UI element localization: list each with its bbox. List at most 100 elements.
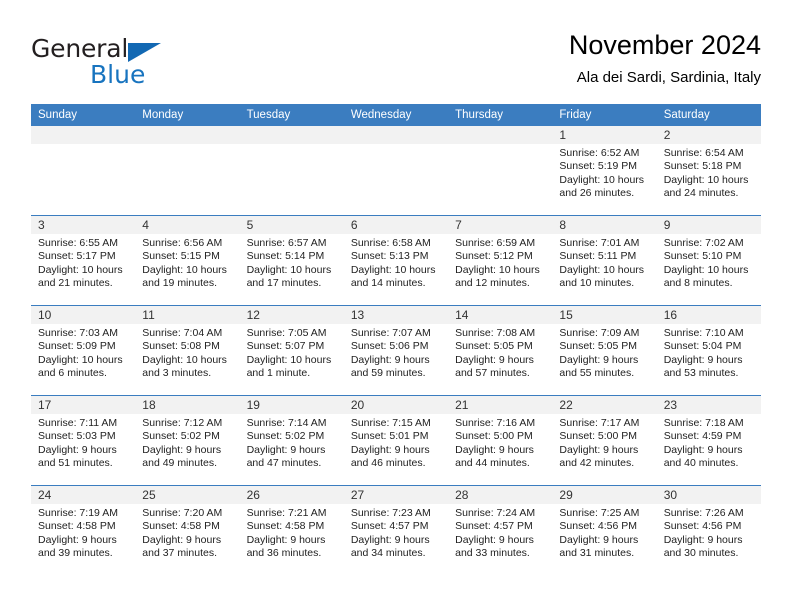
sunrise-text: Sunrise: 7:15 AM bbox=[350, 417, 431, 429]
calendar-day-cell[interactable]: 18 Sunrise: 7:12 AM Sunset: 5:02 PM Dayligh… bbox=[135, 396, 240, 485]
calendar-day-cell[interactable]: 27 Sunrise: 7:23 AM Sunset: 4:57 PM Dayligh… bbox=[343, 486, 449, 575]
daylight-text: Daylight: 9 hours and 49 minutes. bbox=[142, 443, 222, 470]
calendar-day-cell[interactable]: 17 Sunrise: 7:11 AM Sunset: 5:03 PM Dayligh… bbox=[31, 396, 136, 485]
daylight-text: Daylight: 9 hours and 47 minutes. bbox=[246, 443, 326, 470]
sunrise-text: Sunrise: 6:57 AM bbox=[246, 237, 327, 249]
daylight-text: Daylight: 10 hours and 6 minutes. bbox=[38, 353, 123, 380]
brand-logo[interactable]: General Blue bbox=[31, 34, 251, 92]
weekday-header-saturday: Saturday bbox=[663, 109, 710, 121]
sunset-text: Sunset: 4:57 PM bbox=[455, 520, 533, 533]
sunrise-text: Sunrise: 7:10 AM bbox=[663, 327, 744, 339]
calendar-day-cell-empty bbox=[239, 126, 344, 215]
day-number: 19 bbox=[239, 396, 344, 414]
sunrise-text: Sunrise: 7:21 AM bbox=[246, 507, 327, 519]
sunrise-text: Sunrise: 7:26 AM bbox=[663, 507, 744, 519]
daylight-text: Daylight: 9 hours and 55 minutes. bbox=[559, 353, 639, 380]
sunrise-text: Sunrise: 7:09 AM bbox=[559, 327, 640, 339]
day-info: Sunrise: 6:54 AM Sunset: 5:18 PM Daylight:… bbox=[657, 144, 761, 201]
daylight-text: Daylight: 9 hours and 37 minutes. bbox=[142, 533, 222, 560]
day-info: Sunrise: 7:02 AM Sunset: 5:10 PM Daylight:… bbox=[657, 234, 761, 291]
calendar-day-cell[interactable]: 6 Sunrise: 6:58 AM Sunset: 5:13 PM Daylight… bbox=[343, 216, 449, 305]
sunset-text: Sunset: 5:19 PM bbox=[559, 160, 638, 173]
calendar-day-cell[interactable]: 23 Sunrise: 7:18 AM Sunset: 4:59 PM Dayligh… bbox=[656, 396, 761, 485]
day-number: 13 bbox=[343, 306, 449, 324]
daylight-text: Daylight: 9 hours and 57 minutes. bbox=[455, 353, 534, 380]
sunrise-text: Sunrise: 7:03 AM bbox=[38, 327, 118, 339]
daylight-text: Daylight: 9 hours and 33 minutes. bbox=[455, 533, 534, 560]
sunset-text: Sunset: 5:04 PM bbox=[663, 340, 742, 353]
daylight-text: Daylight: 9 hours and 42 minutes. bbox=[559, 443, 639, 470]
sunset-text: Sunset: 5:12 PM bbox=[455, 250, 533, 263]
calendar-week-row: 24 Sunrise: 7:19 AM Sunset: 4:58 PM Dayligh… bbox=[31, 485, 761, 575]
calendar-day-cell[interactable]: 9 Sunrise: 7:02 AM Sunset: 5:10 PM Daylight… bbox=[656, 216, 761, 305]
sunrise-text: Sunrise: 7:18 AM bbox=[663, 417, 744, 429]
sunset-text: Sunset: 5:01 PM bbox=[350, 430, 429, 443]
weekday-header-wednesday: Wednesday bbox=[350, 109, 412, 121]
day-info: Sunrise: 7:19 AM Sunset: 4:58 PM Daylight:… bbox=[31, 504, 135, 561]
sunrise-text: Sunrise: 7:04 AM bbox=[142, 327, 223, 339]
calendar-day-cell[interactable]: 19 Sunrise: 7:14 AM Sunset: 5:02 PM Dayligh… bbox=[239, 396, 344, 485]
weekday-header-sunday: Sunday bbox=[38, 109, 78, 121]
weekday-header-monday: Monday bbox=[142, 109, 184, 121]
sunrise-text: Sunrise: 7:14 AM bbox=[246, 417, 327, 429]
day-info: Sunrise: 7:16 AM Sunset: 5:00 PM Daylight:… bbox=[448, 414, 552, 471]
sunrise-text: Sunrise: 7:02 AM bbox=[663, 237, 744, 249]
sunrise-text: Sunrise: 7:07 AM bbox=[350, 327, 431, 339]
day-number: 4 bbox=[135, 216, 240, 234]
calendar-day-cell[interactable]: 24 Sunrise: 7:19 AM Sunset: 4:58 PM Dayligh… bbox=[31, 486, 136, 575]
sunset-text: Sunset: 4:58 PM bbox=[246, 520, 325, 533]
calendar-day-cell[interactable]: 7 Sunrise: 6:59 AM Sunset: 5:12 PM Daylight… bbox=[448, 216, 553, 305]
calendar-day-cell[interactable]: 11 Sunrise: 7:04 AM Sunset: 5:08 PM Dayligh… bbox=[135, 306, 240, 395]
calendar-day-cell[interactable]: 4 Sunrise: 6:56 AM Sunset: 5:15 PM Daylight… bbox=[135, 216, 240, 305]
calendar-day-cell-empty bbox=[31, 126, 136, 215]
day-number: 14 bbox=[448, 306, 553, 324]
sunset-text: Sunset: 5:07 PM bbox=[246, 340, 325, 353]
calendar-week-row: 1 Sunrise: 6:52 AM Sunset: 5:19 PM Daylight… bbox=[31, 126, 761, 215]
day-number: 5 bbox=[239, 216, 344, 234]
sunset-text: Sunset: 4:59 PM bbox=[663, 430, 742, 443]
day-info: Sunrise: 7:05 AM Sunset: 5:07 PM Daylight:… bbox=[240, 324, 344, 381]
weekday-header-tuesday: Tuesday bbox=[246, 109, 291, 121]
calendar-day-cell[interactable]: 1 Sunrise: 6:52 AM Sunset: 5:19 PM Daylight… bbox=[552, 126, 657, 215]
daylight-text: Daylight: 10 hours and 17 minutes. bbox=[246, 263, 332, 290]
calendar-day-cell[interactable]: 13 Sunrise: 7:07 AM Sunset: 5:06 PM Dayligh… bbox=[343, 306, 449, 395]
calendar-day-cell[interactable]: 5 Sunrise: 6:57 AM Sunset: 5:14 PM Daylight… bbox=[239, 216, 344, 305]
calendar-day-cell[interactable]: 26 Sunrise: 7:21 AM Sunset: 4:58 PM Dayligh… bbox=[239, 486, 344, 575]
calendar-day-cell[interactable]: 28 Sunrise: 7:24 AM Sunset: 4:57 PM Dayligh… bbox=[448, 486, 553, 575]
page-header: General Blue November 2024 Ala dei Sardi… bbox=[31, 28, 761, 98]
calendar-day-cell[interactable]: 22 Sunrise: 7:17 AM Sunset: 5:00 PM Dayligh… bbox=[552, 396, 657, 485]
calendar-day-cell[interactable]: 30 Sunrise: 7:26 AM Sunset: 4:56 PM Dayligh… bbox=[656, 486, 761, 575]
calendar-day-cell[interactable]: 3 Sunrise: 6:55 AM Sunset: 5:17 PM Daylight… bbox=[31, 216, 136, 305]
daylight-text: Daylight: 9 hours and 51 minutes. bbox=[38, 443, 117, 470]
sunrise-text: Sunrise: 7:20 AM bbox=[142, 507, 223, 519]
daylight-text: Daylight: 9 hours and 53 minutes. bbox=[663, 353, 743, 380]
calendar-day-cell[interactable]: 2 Sunrise: 6:54 AM Sunset: 5:18 PM Daylight… bbox=[656, 126, 761, 215]
calendar-day-cell[interactable]: 16 Sunrise: 7:10 AM Sunset: 5:04 PM Dayligh… bbox=[656, 306, 761, 395]
day-number: 24 bbox=[31, 486, 136, 504]
calendar-day-cell[interactable]: 12 Sunrise: 7:05 AM Sunset: 5:07 PM Dayligh… bbox=[239, 306, 344, 395]
day-info: Sunrise: 7:07 AM Sunset: 5:06 PM Daylight:… bbox=[344, 324, 448, 381]
day-number: 21 bbox=[448, 396, 553, 414]
day-number: 3 bbox=[31, 216, 136, 234]
calendar-day-cell[interactable]: 20 Sunrise: 7:15 AM Sunset: 5:01 PM Dayligh… bbox=[343, 396, 449, 485]
sunset-text: Sunset: 5:05 PM bbox=[455, 340, 533, 353]
sunset-text: Sunset: 5:13 PM bbox=[350, 250, 429, 263]
calendar-day-cell[interactable]: 10 Sunrise: 7:03 AM Sunset: 5:09 PM Dayligh… bbox=[31, 306, 136, 395]
day-info: Sunrise: 7:04 AM Sunset: 5:08 PM Daylight:… bbox=[135, 324, 239, 381]
day-info: Sunrise: 7:09 AM Sunset: 5:05 PM Daylight:… bbox=[552, 324, 656, 381]
daylight-text: Daylight: 9 hours and 36 minutes. bbox=[246, 533, 326, 560]
day-number: 29 bbox=[552, 486, 657, 504]
calendar-day-cell[interactable]: 21 Sunrise: 7:16 AM Sunset: 5:00 PM Dayligh… bbox=[448, 396, 553, 485]
calendar-day-cell[interactable]: 8 Sunrise: 7:01 AM Sunset: 5:11 PM Daylight… bbox=[552, 216, 657, 305]
calendar-day-cell[interactable]: 15 Sunrise: 7:09 AM Sunset: 5:05 PM Dayligh… bbox=[552, 306, 657, 395]
calendar-page: General Blue November 2024 Ala dei Sardi… bbox=[0, 0, 792, 612]
calendar-day-cell[interactable]: 29 Sunrise: 7:25 AM Sunset: 4:56 PM Dayligh… bbox=[552, 486, 657, 575]
sunrise-text: Sunrise: 6:58 AM bbox=[350, 237, 431, 249]
calendar-day-cell[interactable]: 14 Sunrise: 7:08 AM Sunset: 5:05 PM Dayligh… bbox=[448, 306, 553, 395]
sunrise-text: Sunrise: 7:16 AM bbox=[455, 417, 536, 429]
day-number: 11 bbox=[135, 306, 240, 324]
sunrise-text: Sunrise: 7:08 AM bbox=[455, 327, 536, 339]
day-info: Sunrise: 7:14 AM Sunset: 5:02 PM Daylight:… bbox=[240, 414, 344, 471]
calendar-day-cell[interactable]: 25 Sunrise: 7:20 AM Sunset: 4:58 PM Dayligh… bbox=[135, 486, 240, 575]
day-info: Sunrise: 7:10 AM Sunset: 5:04 PM Daylight:… bbox=[657, 324, 761, 381]
